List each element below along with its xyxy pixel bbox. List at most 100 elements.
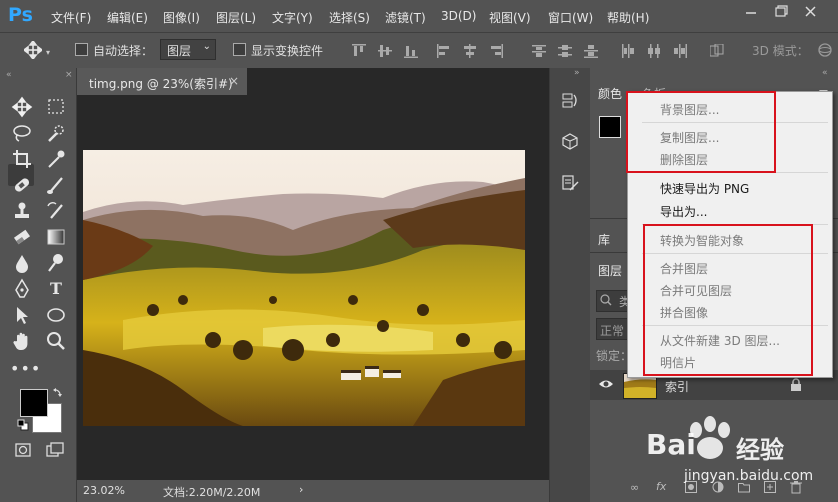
restore-icon[interactable]	[770, 3, 792, 21]
3d-panel-icon[interactable]	[561, 132, 579, 150]
tab-layers[interactable]: 图层	[598, 262, 622, 279]
auto-select-checkbox[interactable]	[75, 43, 88, 56]
quick-mask-icon[interactable]	[14, 441, 32, 459]
document-size-info: 文档:2.20M/2.20M	[163, 486, 261, 499]
watermark-brand-cn: 经验	[736, 436, 784, 464]
distribute-bottom-icon[interactable]	[584, 44, 598, 58]
baidu-jingyan-watermark: Bai 经验 jingyan.baidu.com	[638, 406, 838, 502]
menu-view[interactable]: 视图(V)	[489, 9, 531, 26]
auto-select-label: 自动选择：	[93, 44, 154, 58]
landscape-photo	[83, 150, 525, 426]
expand-arrows-icon[interactable]: »	[574, 68, 580, 78]
watermark-url: jingyan.baidu.com	[684, 468, 814, 484]
healing-brush-tool-icon[interactable]	[10, 174, 34, 196]
panel-collapse-arrows-icon[interactable]: «	[822, 68, 828, 78]
photoshop-logo: Ps	[8, 4, 33, 26]
hand-tool-icon[interactable]	[10, 330, 34, 352]
marquee-tool-icon[interactable]	[44, 96, 68, 118]
zoom-tool-icon[interactable]	[44, 330, 68, 352]
quick-selection-tool-icon[interactable]	[44, 122, 68, 144]
menu-3d[interactable]: 3D(D)	[441, 9, 476, 23]
menu-item-quick-export-png[interactable]: 快速导出为 PNG	[660, 180, 749, 197]
collapse-arrows-icon[interactable]: «	[6, 70, 12, 80]
show-transform-checkbox[interactable]	[233, 43, 246, 56]
move-tool-icon[interactable]	[10, 96, 34, 118]
close-panel-icon[interactable]: ×	[65, 70, 73, 80]
search-icon	[600, 293, 612, 306]
menu-image[interactable]: 图像(I)	[163, 9, 200, 26]
menu-window[interactable]: 窗口(W)	[548, 9, 593, 26]
default-colors-icon[interactable]	[17, 419, 29, 431]
more-tools-icon[interactable]: •••	[10, 358, 40, 380]
status-menu-chevron-icon[interactable]: ›	[299, 483, 303, 496]
crop-tool-icon[interactable]	[10, 148, 34, 170]
highlight-box-bottom	[643, 224, 813, 376]
menu-type[interactable]: 文字(Y)	[272, 9, 313, 26]
foreground-color-swatch[interactable]	[20, 389, 48, 417]
pen-tool-icon[interactable]	[10, 278, 34, 300]
distribute-left-icon[interactable]	[621, 44, 635, 58]
distribute-right-icon[interactable]	[673, 44, 687, 58]
type-tool-icon[interactable]: T	[44, 278, 68, 300]
tool-preset-chevron-icon[interactable]: ▾	[46, 48, 52, 57]
visibility-eye-icon[interactable]	[598, 377, 614, 391]
distribute-top-icon[interactable]	[532, 44, 546, 58]
document-tab[interactable]: timg.png @ 23%(索引#) ×	[77, 68, 247, 95]
close-tab-icon[interactable]: ×	[229, 74, 239, 88]
brush-tool-icon[interactable]	[44, 174, 68, 196]
show-transform-label: 显示变换控件	[251, 44, 324, 58]
layer-name[interactable]: 索引	[665, 378, 689, 395]
menu-file[interactable]: 文件(F)	[51, 9, 91, 26]
auto-select-value: 图层	[167, 44, 192, 58]
panel-foreground-swatch[interactable]	[599, 116, 621, 138]
3d-mode-label: 3D 模式：	[752, 44, 809, 58]
document-tab-title: timg.png @ 23%(索引#)	[89, 77, 233, 91]
align-left-icon[interactable]	[437, 44, 451, 58]
panel-icon-strip: »	[549, 68, 591, 502]
align-top-icon[interactable]	[352, 44, 366, 58]
gradient-tool-icon[interactable]	[44, 226, 68, 248]
auto-select-dropdown[interactable]: 图层 ⌄	[160, 39, 216, 60]
align-hcenter-icon[interactable]	[463, 44, 477, 58]
menu-help[interactable]: 帮助(H)	[607, 9, 649, 26]
distribute-hcenter-icon[interactable]	[647, 44, 661, 58]
screen-mode-icon[interactable]	[46, 441, 64, 459]
menu-filter[interactable]: 滤镜(T)	[385, 9, 426, 26]
distribute-vcenter-icon[interactable]	[558, 44, 572, 58]
history-brush-tool-icon[interactable]	[44, 200, 68, 222]
chevron-down-icon: ⌄	[202, 41, 211, 52]
ellipse-tool-icon[interactable]	[44, 304, 68, 326]
path-selection-tool-icon[interactable]	[10, 304, 34, 326]
lasso-tool-icon[interactable]	[10, 122, 34, 144]
close-window-icon[interactable]	[800, 3, 822, 21]
menu-bar: Ps 文件(F) 编辑(E) 图像(I) 图层(L) 文字(Y) 选择(S) 滤…	[0, 0, 838, 32]
menu-layer[interactable]: 图层(L)	[216, 9, 256, 26]
move-tool-icon[interactable]	[22, 39, 44, 62]
minimize-icon[interactable]	[740, 3, 762, 21]
blur-tool-icon[interactable]	[10, 252, 34, 274]
auto-align-icon[interactable]	[709, 43, 724, 58]
zoom-level[interactable]: 23.02%	[83, 484, 125, 497]
dodge-tool-icon[interactable]	[44, 252, 68, 274]
eraser-tool-icon[interactable]	[10, 226, 34, 248]
status-bar: 23.02% 文档:2.20M/2.20M ›	[77, 480, 549, 502]
history-panel-icon[interactable]	[561, 92, 579, 110]
highlight-box-top	[626, 91, 776, 173]
canvas-image[interactable]	[83, 150, 525, 426]
menu-select[interactable]: 选择(S)	[329, 9, 370, 26]
properties-panel-icon[interactable]	[561, 174, 579, 192]
swap-colors-icon[interactable]	[52, 386, 64, 398]
align-bottom-icon[interactable]	[404, 44, 418, 58]
menu-item-export-as[interactable]: 导出为...	[660, 203, 707, 220]
tab-color[interactable]: 颜色	[598, 85, 622, 102]
align-vcenter-icon[interactable]	[378, 44, 392, 58]
eyedropper-tool-icon[interactable]	[44, 148, 68, 170]
blend-mode-value: 正常	[600, 324, 625, 338]
lock-icon	[790, 378, 802, 392]
clone-stamp-tool-icon[interactable]	[10, 200, 34, 222]
tab-libraries[interactable]: 库	[598, 231, 610, 248]
watermark-brand: Bai	[646, 428, 696, 461]
menu-edit[interactable]: 编辑(E)	[107, 9, 148, 26]
align-right-icon[interactable]	[489, 44, 503, 58]
3d-orbit-icon[interactable]	[816, 41, 834, 59]
